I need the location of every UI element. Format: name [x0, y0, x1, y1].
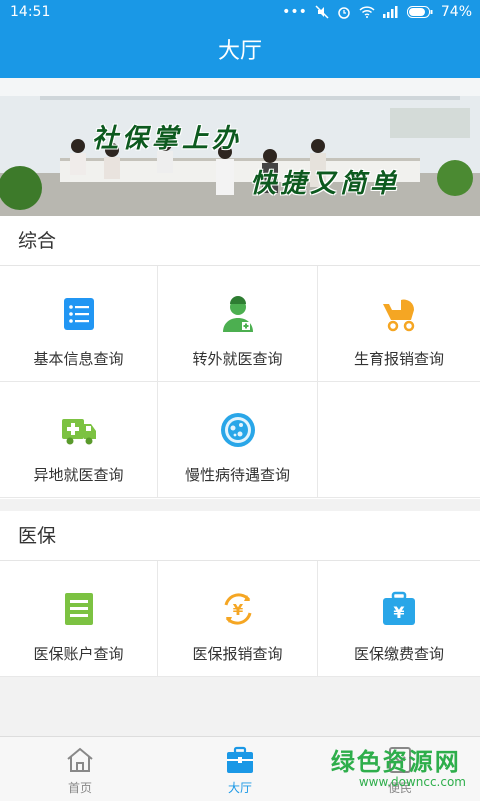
watermark-title: 绿色资源网 — [330, 748, 461, 776]
insurance-reimbursement-query-button[interactable]: ¥ 医保报销查询 — [158, 561, 318, 677]
alarm-icon — [338, 7, 350, 19]
tab-hall-label: 大厅 — [227, 781, 252, 795]
tab-home-label: 首页 — [67, 781, 92, 795]
basic-info-query-button[interactable]: 基本信息查询 — [0, 266, 158, 382]
ambulance-icon — [61, 419, 96, 445]
cell-icon — [220, 413, 255, 447]
empty-cell — [318, 382, 480, 498]
doctor-icon — [222, 296, 253, 332]
promo-banner[interactable]: 社保掌上办 快捷又简单 — [0, 78, 480, 216]
referral-treatment-query-button[interactable]: 转外就医查询 — [158, 266, 318, 382]
page-title: 大厅 — [0, 26, 480, 78]
battery-icon — [406, 6, 433, 18]
briefcase-icon — [227, 746, 253, 773]
banner-slogan-1: 社保掌上办 — [92, 124, 243, 154]
banner-slogan-2: 快捷又简单 — [250, 169, 401, 199]
status-time: 14:51 — [10, 4, 51, 20]
tab-hall[interactable]: 大厅 — [160, 737, 320, 801]
insurance-reimbursement-query-label: 医保报销查询 — [192, 645, 283, 663]
insurance-account-query-button[interactable]: 医保账户查询 — [0, 561, 158, 677]
section-header-general: 综合 — [0, 216, 480, 266]
basic-info-query-label: 基本信息查询 — [33, 350, 124, 368]
section-header-medical-insurance: 医保 — [0, 511, 480, 561]
watermark: 绿色资源网 www.downcc.com — [331, 742, 466, 789]
list-icon — [63, 298, 94, 330]
insurance-payment-query-button[interactable]: ¥ 医保缴费查询 — [318, 561, 480, 677]
wifi-icon — [359, 6, 375, 18]
insurance-payment-query-label: 医保缴费查询 — [353, 645, 444, 663]
insurance-account-query-label: 医保账户查询 — [33, 645, 124, 663]
chronic-disease-query-label: 慢性病待遇查询 — [184, 466, 290, 484]
offsite-treatment-query-label: 异地就医查询 — [33, 466, 124, 484]
svg-text:¥: ¥ — [232, 601, 243, 619]
mute-icon — [315, 5, 329, 19]
svg-text:¥: ¥ — [393, 603, 404, 622]
status-icons: ••• 74% — [282, 4, 472, 20]
referral-treatment-query-label: 转外就医查询 — [192, 350, 283, 368]
tab-home[interactable]: 首页 — [0, 737, 160, 801]
signal-icon — [382, 6, 398, 18]
medical-insurance-grid: 医保账户查询 ¥ 医保报销查询 ¥ 医保缴费查询 — [0, 561, 480, 677]
status-bar: 14:51 ••• 74% — [0, 0, 480, 26]
battery-level: 74% — [440, 4, 472, 20]
home-icon — [67, 747, 93, 772]
more-dots-icon: ••• — [282, 4, 307, 20]
general-grid: 基本信息查询 转外就医查询 生育报销查询 异地就医查询 慢性病待遇查询 — [0, 266, 480, 499]
maternity-reimbursement-query-label: 生育报销查询 — [353, 350, 444, 368]
account-book-icon — [64, 593, 93, 625]
yuan-bag-icon: ¥ — [383, 591, 415, 625]
chronic-disease-query-button[interactable]: 慢性病待遇查询 — [158, 382, 318, 498]
offsite-treatment-query-button[interactable]: 异地就医查询 — [0, 382, 158, 498]
maternity-reimbursement-query-button[interactable]: 生育报销查询 — [318, 266, 480, 382]
yuan-refresh-icon: ¥ — [224, 593, 251, 625]
watermark-url: www.downcc.com — [358, 775, 466, 789]
stroller-icon — [383, 299, 415, 332]
